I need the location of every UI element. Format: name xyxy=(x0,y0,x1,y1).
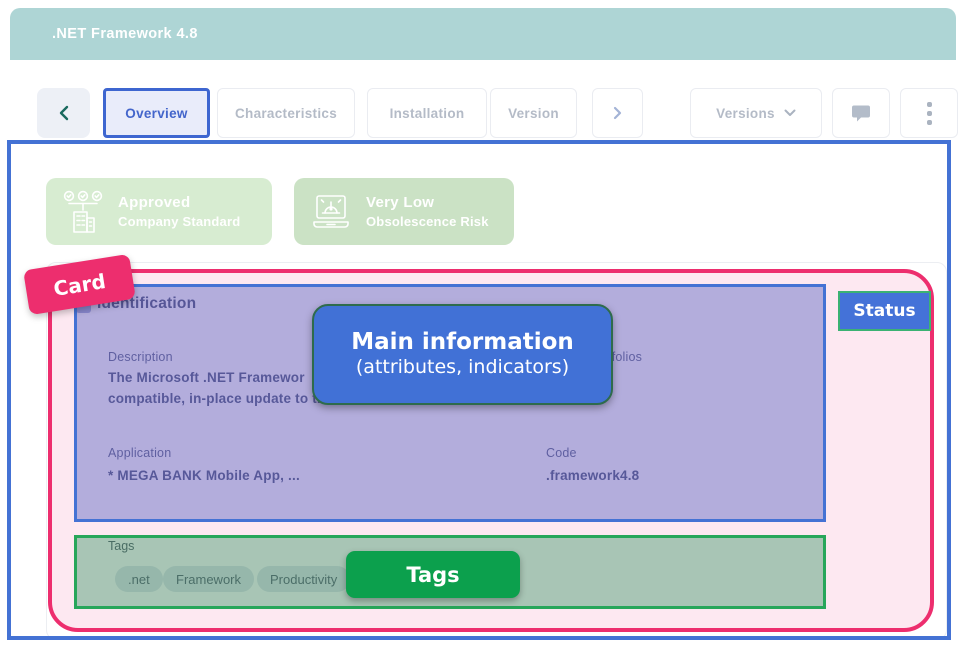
application-label: Application xyxy=(108,446,171,460)
badge-title: Approved xyxy=(118,194,240,211)
tab-overview[interactable]: Overview xyxy=(103,88,210,138)
page-title: .NET Framework 4.8 xyxy=(52,8,198,60)
kebab-icon xyxy=(927,102,932,107)
code-label: Code xyxy=(546,446,577,460)
tab-label: Overview xyxy=(125,106,187,121)
indicator-badge-obsolescence: Very Low Obsolescence Risk xyxy=(294,178,514,245)
tab-version[interactable]: Version xyxy=(490,88,577,138)
tabs-scroll-next-button[interactable] xyxy=(592,88,643,138)
status-callout: Status xyxy=(838,291,931,331)
tab-installation[interactable]: Installation xyxy=(367,88,487,138)
tags-label: Tags xyxy=(108,539,134,553)
tab-label: Installation xyxy=(390,106,465,121)
main-information-callout: Main information (attributes, indicators… xyxy=(312,304,613,405)
chevron-right-icon xyxy=(613,106,622,120)
comments-button[interactable] xyxy=(832,88,890,138)
tab-characteristics[interactable]: Characteristics xyxy=(217,88,355,138)
badge-subtitle: Obsolescence Risk xyxy=(366,214,489,229)
chevron-down-icon xyxy=(784,109,796,117)
laptop-alarm-icon xyxy=(308,189,354,235)
tag-chip[interactable]: Framework xyxy=(163,566,254,592)
versions-dropdown[interactable]: Versions xyxy=(690,88,822,138)
code-value: .framework4.8 xyxy=(546,468,639,483)
header-bar: .NET Framework 4.8 xyxy=(10,8,956,60)
badge-title: Very Low xyxy=(366,194,489,211)
application-value: * MEGA BANK Mobile App, ... xyxy=(108,468,300,483)
main-information-callout-subtitle: (attributes, indicators) xyxy=(356,356,569,380)
app-window: .NET Framework 4.8 Overview Characterist… xyxy=(0,0,970,650)
badge-subtitle: Company Standard xyxy=(118,214,240,229)
main-information-callout-title: Main information xyxy=(351,329,574,357)
tab-label: Characteristics xyxy=(235,106,337,121)
status-badge-approved: Approved Company Standard xyxy=(46,178,272,245)
tag-chip[interactable]: .net xyxy=(115,566,163,592)
back-button[interactable] xyxy=(37,88,90,138)
chevron-left-icon xyxy=(59,105,69,121)
versions-dropdown-label: Versions xyxy=(716,106,775,121)
tag-chip[interactable]: Productivity xyxy=(257,566,350,592)
approval-building-icon xyxy=(60,189,106,235)
comment-icon xyxy=(850,103,872,123)
description-value-line1: The Microsoft .NET Framewor xyxy=(108,370,305,385)
description-label: Description xyxy=(108,350,173,364)
tab-label: Version xyxy=(508,106,559,121)
more-options-button[interactable] xyxy=(900,88,958,138)
tags-callout: Tags xyxy=(346,551,520,598)
